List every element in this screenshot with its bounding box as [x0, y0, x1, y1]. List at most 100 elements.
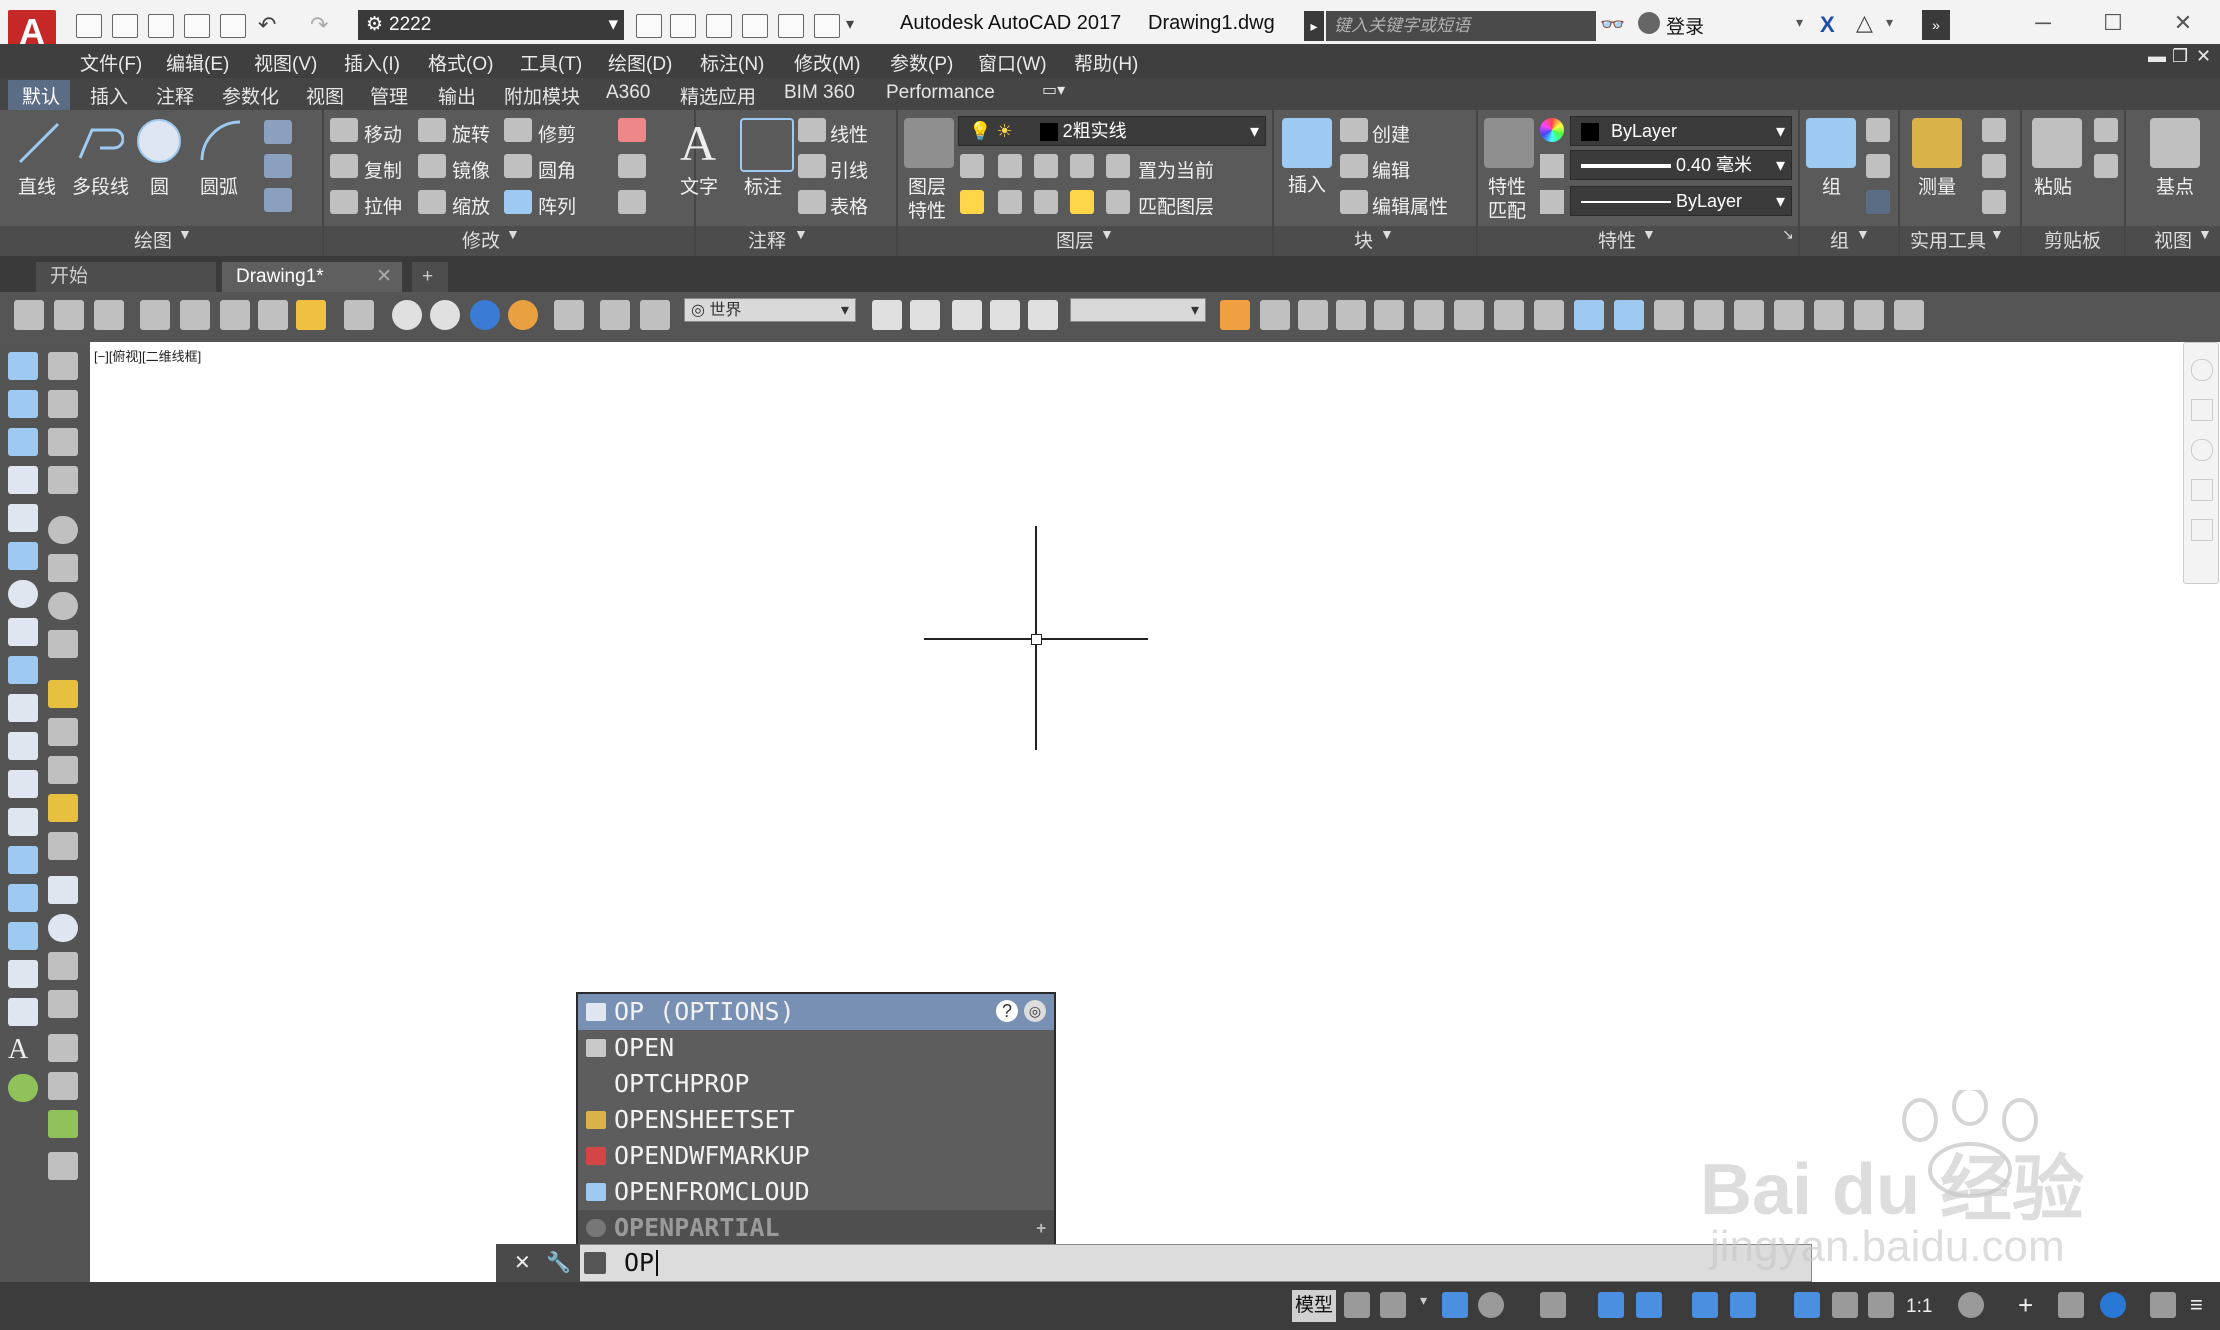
box-icon[interactable]	[140, 300, 170, 330]
polyline-tool-icon[interactable]	[8, 428, 38, 456]
expand-plus-icon[interactable]: +	[1036, 1210, 1046, 1246]
color-select[interactable]: ByLayer ▾	[1570, 116, 1792, 146]
plot-icon[interactable]	[636, 14, 662, 38]
move-label[interactable]: 移动	[364, 120, 402, 147]
dim-ordinate-icon[interactable]	[48, 466, 78, 494]
quick-dim-icon[interactable]	[48, 680, 78, 708]
tolerance-icon[interactable]	[48, 876, 78, 904]
tab-featured-apps[interactable]: 精选应用	[680, 82, 756, 109]
add-selected-icon[interactable]	[8, 1074, 38, 1102]
chevron-down-icon[interactable]: ▼	[1380, 226, 1394, 254]
tab-performance[interactable]: Performance	[886, 82, 995, 104]
cylinder-icon[interactable]	[296, 300, 326, 330]
color-wheel-icon[interactable]	[1540, 118, 1564, 142]
menu-format[interactable]: 格式(O)	[428, 49, 493, 76]
autocomplete-item-open[interactable]: OPEN	[578, 1030, 1054, 1066]
mirror-3d-icon[interactable]	[1298, 300, 1328, 330]
interfere-icon[interactable]	[1614, 300, 1644, 330]
zoom-realtime-icon[interactable]	[952, 300, 982, 330]
insert-label[interactable]: 插入	[1288, 170, 1326, 197]
autocomplete-item-openpartial[interactable]: OPENPARTIAL +	[578, 1210, 1054, 1246]
table-tool-icon[interactable]	[8, 998, 38, 1026]
line-icon[interactable]	[14, 118, 64, 168]
open-file-icon[interactable]	[112, 14, 138, 38]
visual-style-icon[interactable]	[430, 300, 460, 330]
rotate-icon[interactable]	[418, 118, 446, 142]
undo-icon[interactable]: ↶	[258, 14, 282, 36]
move-3d-icon[interactable]	[1414, 300, 1444, 330]
model-space-button[interactable]: 模型	[1292, 1290, 1336, 1322]
new-file-icon[interactable]	[76, 14, 102, 38]
explode-icon[interactable]	[618, 154, 646, 178]
chevron-down-icon[interactable]: ▼	[2198, 226, 2212, 254]
transparency-icon[interactable]	[1730, 1292, 1756, 1318]
array-label[interactable]: 阵列	[538, 192, 576, 219]
mirror-label[interactable]: 镜像	[452, 156, 490, 183]
ellipse-arc-icon[interactable]	[8, 732, 38, 760]
layer-state-select[interactable]: ▾	[1070, 298, 1206, 322]
layer-props-label-1[interactable]: 图层	[908, 172, 946, 199]
menu-edit[interactable]: 编辑(E)	[166, 49, 229, 76]
polyline-label[interactable]: 多段线	[72, 172, 129, 199]
rotate-3d-icon[interactable]	[1454, 300, 1484, 330]
panel-title-block[interactable]: 块	[1354, 226, 1373, 254]
base-view-icon[interactable]	[2150, 118, 2200, 168]
array-3d-icon[interactable]	[1374, 300, 1404, 330]
annotation-scale-value[interactable]: 1:1	[1906, 1296, 1932, 1318]
hardware-accel-icon[interactable]	[2100, 1292, 2126, 1318]
tab-output[interactable]: 输出	[438, 82, 476, 109]
dim-arc-icon[interactable]	[48, 428, 78, 456]
layer-props-label-2[interactable]: 特性	[908, 196, 946, 223]
command-input[interactable]: OP	[624, 1248, 654, 1277]
match-layer-label[interactable]: 匹配图层	[1138, 192, 1214, 219]
point-tool-icon[interactable]	[8, 846, 38, 874]
new-tab-button[interactable]: +	[412, 262, 448, 292]
panel-title-annotation[interactable]: 注释	[748, 226, 786, 254]
gradient-icon[interactable]	[8, 922, 38, 950]
tab-parametric[interactable]: 参数化	[222, 82, 279, 109]
dimension-icon[interactable]	[740, 118, 794, 172]
match-properties-icon[interactable]	[1484, 118, 1534, 168]
erase-icon[interactable]	[618, 118, 646, 142]
properties-icon[interactable]	[778, 14, 804, 38]
create-label[interactable]: 创建	[1372, 120, 1410, 147]
steering-wheel-icon[interactable]	[2191, 359, 2213, 381]
set-current-icon[interactable]	[1106, 154, 1130, 178]
fillet-icon[interactable]	[504, 154, 532, 178]
ucs-world-icon[interactable]	[600, 300, 630, 330]
share-icon[interactable]	[706, 14, 732, 38]
doc-restore-icon[interactable]: ❐	[2172, 46, 2188, 67]
layer-tool-icon[interactable]	[998, 190, 1022, 214]
viewport-label[interactable]: [−][俯视][二维线框]	[94, 346, 201, 365]
doc-close-icon[interactable]: ✕	[2196, 46, 2211, 67]
rectangle-tool-icon[interactable]	[8, 504, 38, 532]
dim-linear-icon[interactable]	[48, 352, 78, 380]
help-icon[interactable]: ?	[996, 1000, 1018, 1022]
tab-view[interactable]: 视图	[306, 82, 344, 109]
group-edit-icon[interactable]	[1866, 154, 1890, 178]
table-label[interactable]: 表格	[830, 192, 868, 219]
lineweight-select[interactable]: 0.40 毫米 ▾	[1570, 150, 1792, 180]
orbit-free-icon[interactable]	[94, 300, 124, 330]
render-icon[interactable]	[554, 300, 584, 330]
workspace-gear-icon[interactable]	[1958, 1292, 1984, 1318]
edit-attr-icon[interactable]	[1340, 190, 1368, 214]
pan-icon[interactable]	[872, 300, 902, 330]
polar-icon[interactable]	[1478, 1292, 1504, 1318]
snap-icon[interactable]	[1380, 1292, 1406, 1318]
dimension-label[interactable]: 标注	[744, 172, 782, 199]
autocomplete-item-optchprop[interactable]: OPTCHPROP	[578, 1066, 1054, 1102]
save-as-icon[interactable]	[184, 14, 210, 38]
rotate-label[interactable]: 旋转	[452, 120, 490, 147]
customization-menu-icon[interactable]: ≡	[2190, 1292, 2216, 1318]
copy-icon[interactable]	[330, 154, 358, 178]
dim-baseline-icon[interactable]	[48, 718, 78, 746]
menu-modify[interactable]: 修改(M)	[794, 49, 860, 76]
line-label[interactable]: 直线	[18, 172, 56, 199]
pencil-icon[interactable]	[1220, 300, 1250, 330]
isolate-icon[interactable]	[2058, 1292, 2084, 1318]
scale-icon[interactable]	[418, 190, 446, 214]
visual-style-icon[interactable]	[392, 300, 422, 330]
ucs-icon[interactable]	[14, 300, 44, 330]
circle-label[interactable]: 圆	[150, 172, 169, 199]
